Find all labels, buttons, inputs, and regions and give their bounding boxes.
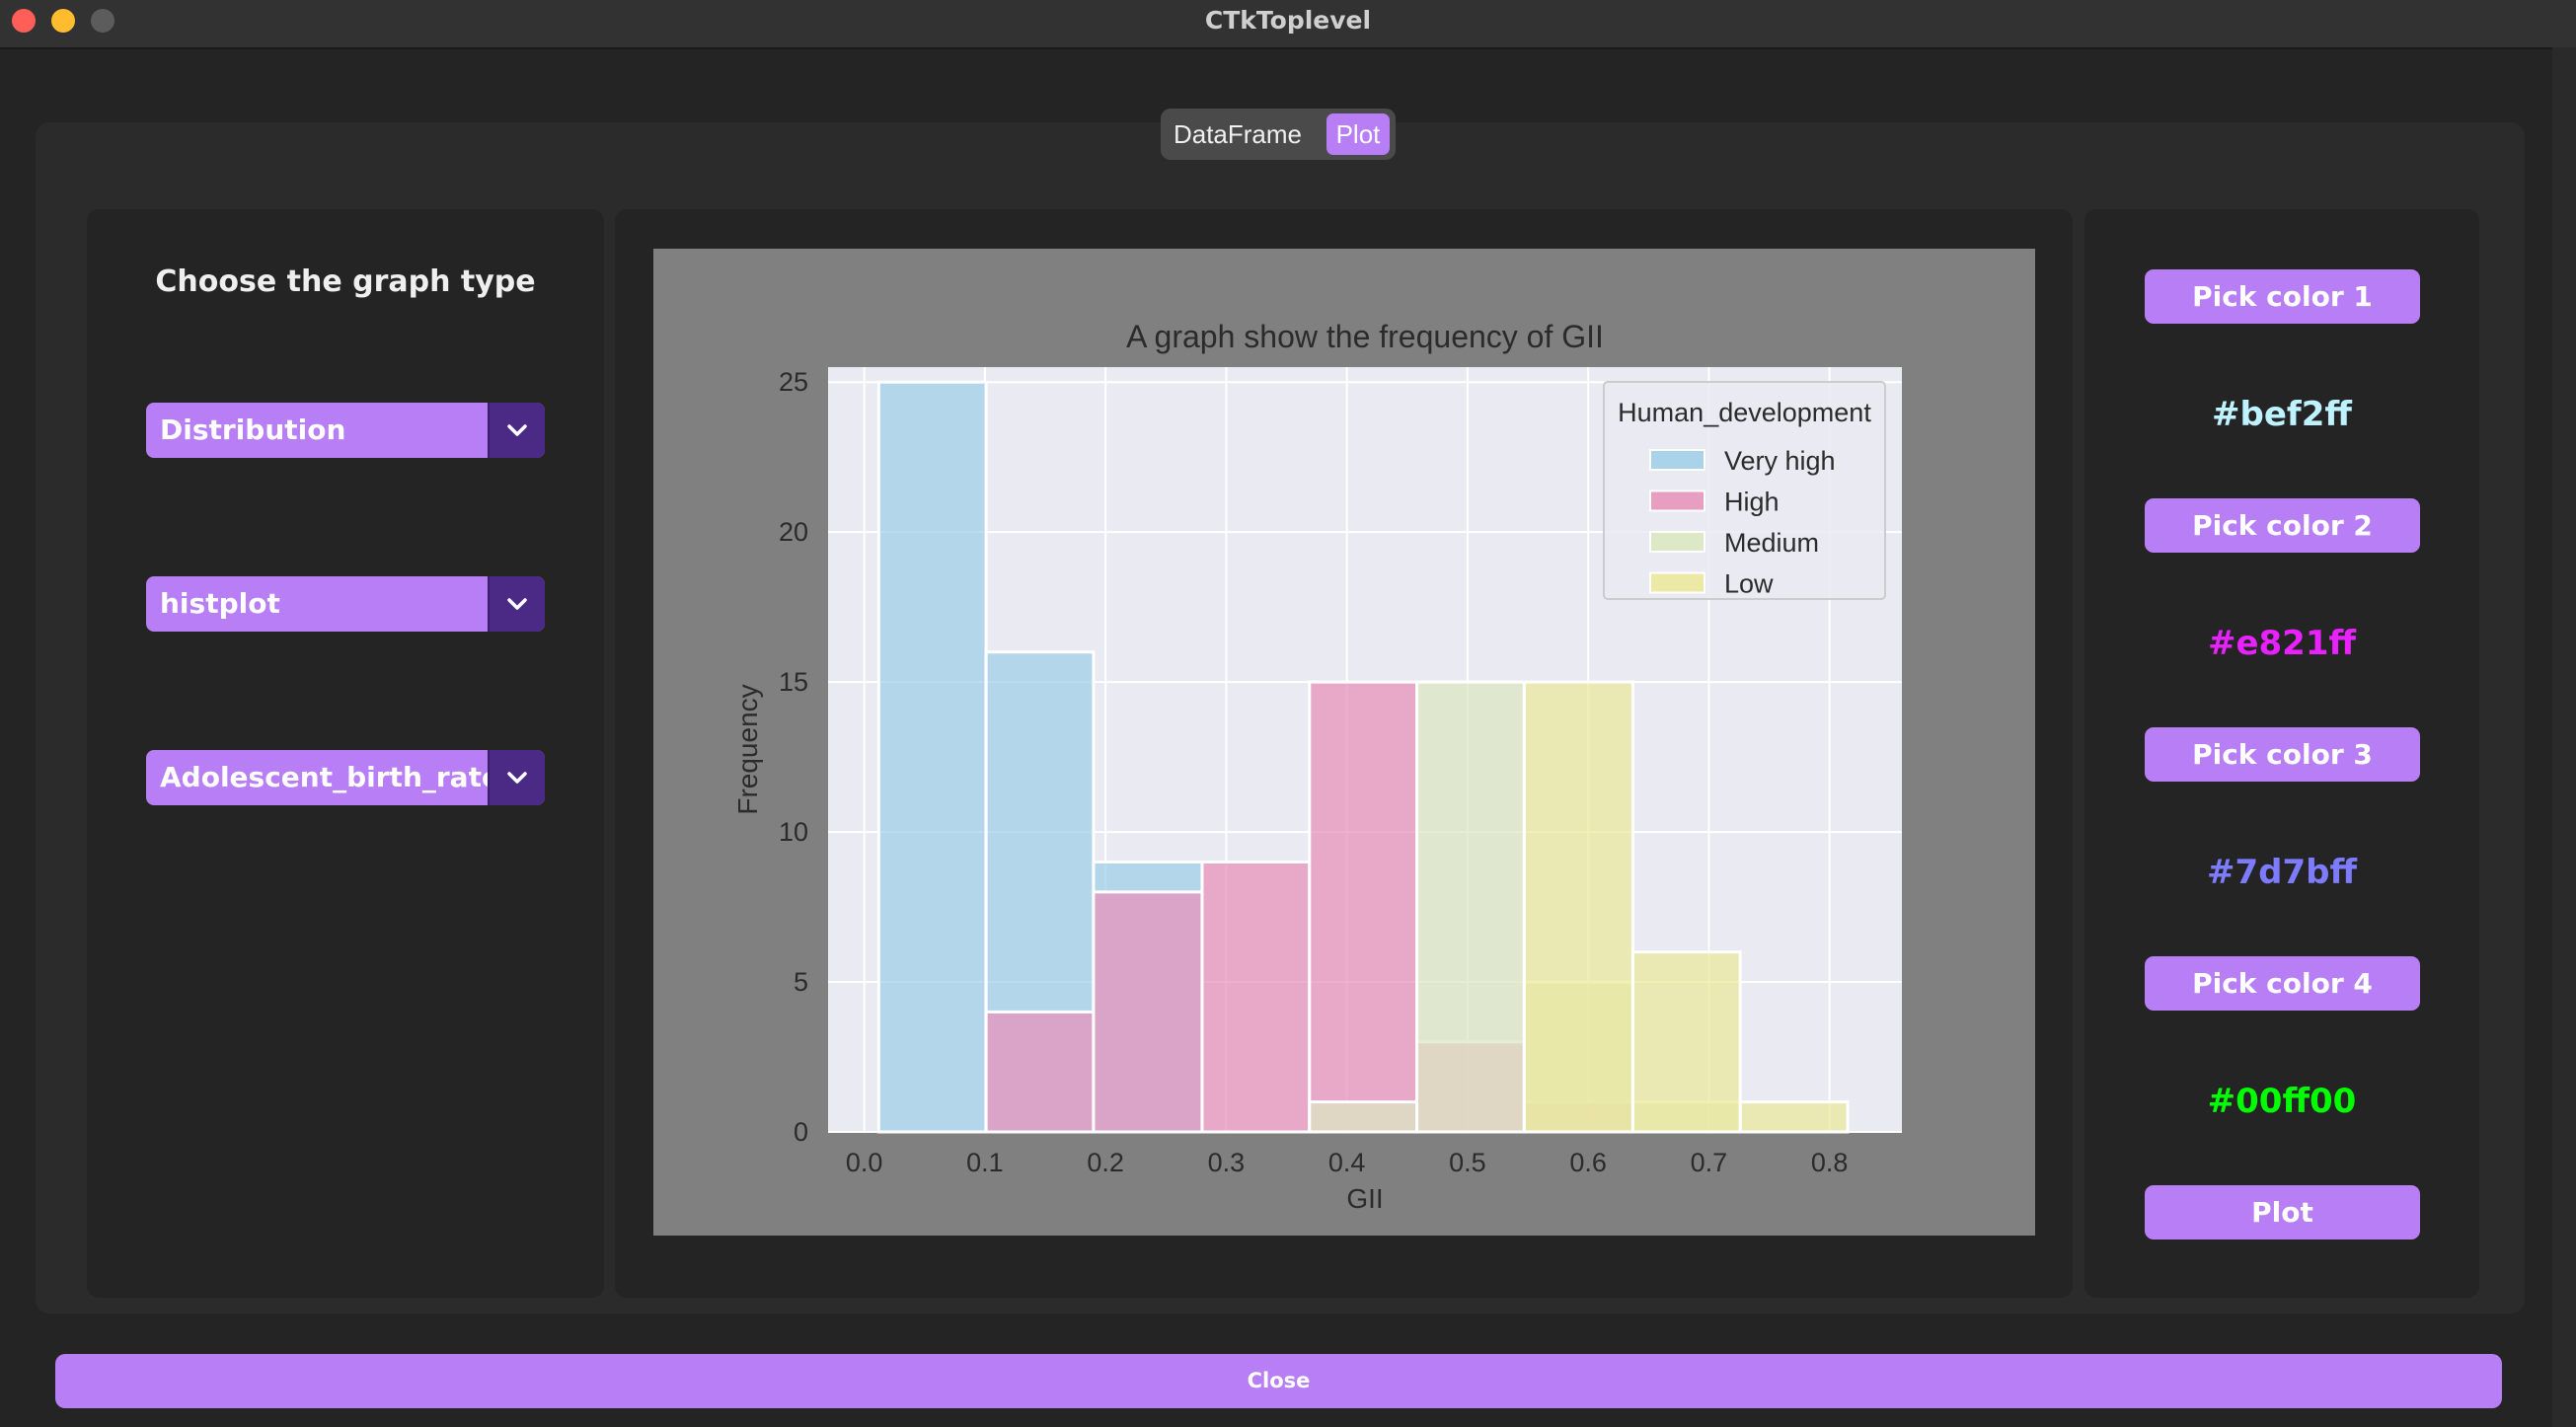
- x-tick-label: 0.4: [1328, 1148, 1366, 1177]
- tab-plot[interactable]: Plot: [1326, 113, 1390, 155]
- x-tick-label: 0.8: [1811, 1148, 1849, 1177]
- legend-title: Human_development: [1618, 398, 1871, 427]
- x-tick-label: 0.6: [1569, 1148, 1607, 1177]
- pick-color-3-button[interactable]: Pick color 3: [2145, 727, 2420, 782]
- pick-color-4-button[interactable]: Pick color 4: [2145, 956, 2420, 1011]
- histogram-bar: [984, 1010, 1096, 1134]
- tab-selector: DataFrame Plot: [1161, 109, 1396, 160]
- legend-swatch: [1649, 571, 1705, 594]
- histogram-bar: [1308, 1100, 1419, 1134]
- x-tick-label: 0.1: [966, 1148, 1004, 1177]
- x-tick-label: 0.2: [1087, 1148, 1124, 1177]
- color-2-value: #e821ff: [2207, 624, 2357, 663]
- color-1-value: #bef2ff: [2212, 395, 2352, 434]
- column-dropdown-value: Adolescent_birth_rate: [160, 761, 500, 793]
- window-title: CTkToplevel: [1204, 6, 1372, 35]
- legend-label: High: [1724, 488, 1780, 517]
- y-tick-label: 15: [779, 667, 808, 697]
- chart-title: A graph show the frequency of GII: [1126, 319, 1604, 354]
- histogram-bar: [1092, 890, 1204, 1134]
- legend-swatch: [1649, 489, 1705, 512]
- column-dropdown[interactable]: Adolescent_birth_rate: [146, 750, 545, 805]
- chevron-down-icon[interactable]: [488, 403, 545, 458]
- pick-color-1-button[interactable]: Pick color 1: [2145, 269, 2420, 324]
- x-tick-label: 0.7: [1691, 1148, 1728, 1177]
- histogram-bar: [1415, 680, 1526, 1134]
- histogram-bar: [876, 380, 988, 1134]
- graph-type-heading: Choose the graph type: [155, 264, 536, 299]
- y-tick-label: 20: [779, 517, 808, 547]
- plot-button[interactable]: Plot: [2145, 1185, 2420, 1239]
- plot-canvas: 0.0 0.1 0.2 0.3 0.4 0.5 0.6 0.7 0.8 0 5 10 15 20 25 A g…: [653, 249, 2035, 1236]
- y-tick-label: 25: [779, 367, 808, 397]
- legend-label: Medium: [1724, 528, 1819, 558]
- plot-kind-dropdown-value: histplot: [160, 587, 280, 620]
- chevron-down-icon[interactable]: [488, 576, 545, 632]
- legend-label: Low: [1724, 569, 1774, 599]
- category-dropdown-value: Distribution: [160, 413, 346, 446]
- legend-label: Very high: [1724, 446, 1836, 476]
- histogram-bar: [1308, 680, 1419, 1134]
- color-4-value: #00ff00: [2207, 1082, 2357, 1121]
- y-tick-label: 5: [794, 967, 808, 997]
- histogram-chart: 0.0 0.1 0.2 0.3 0.4 0.5 0.6 0.7 0.8 0 5 10 15 20 25 A g…: [732, 319, 1902, 1214]
- color-3-value: #7d7bff: [2206, 853, 2358, 892]
- category-dropdown[interactable]: Distribution: [146, 403, 545, 458]
- plot-kind-dropdown[interactable]: histplot: [146, 576, 545, 632]
- pick-color-2-button[interactable]: Pick color 2: [2145, 498, 2420, 553]
- x-tick-label: 0.3: [1208, 1148, 1246, 1177]
- x-tick-label: 0.5: [1449, 1148, 1486, 1177]
- legend-swatch: [1649, 531, 1705, 553]
- y-tick-label: 0: [794, 1117, 808, 1147]
- close-button[interactable]: Close: [55, 1354, 2502, 1408]
- histogram-bar: [1738, 1100, 1850, 1134]
- y-axis-label: Frequency: [732, 684, 763, 814]
- legend-swatch: [1649, 449, 1705, 471]
- window-titlebar: CTkToplevel: [0, 0, 2576, 49]
- chevron-down-icon[interactable]: [488, 750, 545, 805]
- tab-dataframe[interactable]: DataFrame: [1169, 113, 1307, 155]
- y-tick-label: 10: [779, 817, 808, 847]
- window-edge: [2552, 47, 2576, 1427]
- histogram-bar: [1630, 950, 1742, 1134]
- x-axis-label: GII: [1346, 1183, 1383, 1214]
- x-tick-label: 0.0: [846, 1148, 883, 1177]
- histogram-bar: [1200, 860, 1312, 1134]
- histogram-bar: [1522, 680, 1634, 1134]
